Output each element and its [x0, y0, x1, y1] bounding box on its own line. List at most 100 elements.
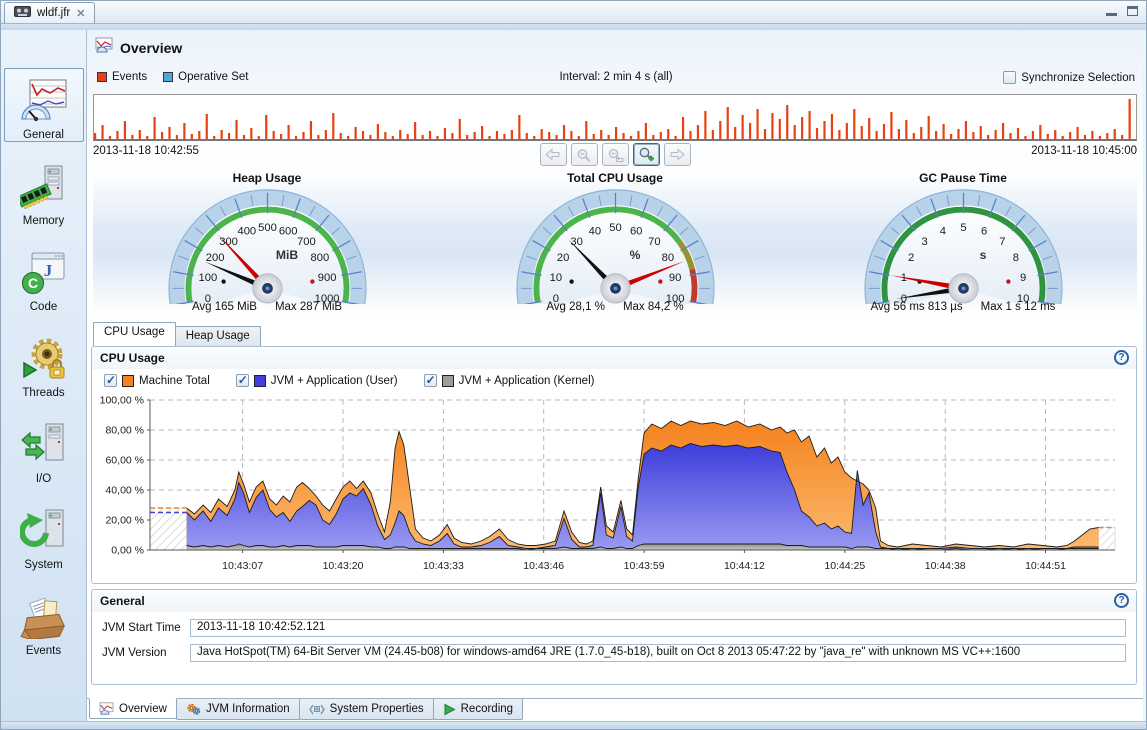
interval-label: Interval: 2 min 4 s (all) [397, 71, 835, 83]
svg-text:6: 6 [981, 225, 987, 237]
checkbox-icon[interactable] [1003, 71, 1016, 84]
zoom-out-button[interactable] [571, 143, 598, 166]
help-icon[interactable]: ? [1114, 593, 1129, 608]
svg-text:800: 800 [310, 252, 329, 264]
svg-text:2: 2 [908, 252, 914, 264]
svg-text:5: 5 [960, 222, 966, 234]
cpu-usage-chart[interactable]: 100,00 %80,00 %60,00 %40,00 %20,00 %0,00… [94, 390, 1129, 578]
toggle-jvm-user[interactable]: JVM + Application (User) [236, 374, 398, 387]
svg-text:20,00 %: 20,00 % [105, 515, 144, 527]
help-icon[interactable]: ? [1114, 350, 1129, 365]
window-bottom-edge [1, 721, 1146, 729]
timeline-legend: Events Operative Set [97, 71, 249, 83]
svg-text:10:44:51: 10:44:51 [1025, 560, 1066, 572]
svg-text:4: 4 [939, 225, 945, 237]
back-button[interactable] [540, 143, 567, 166]
tab-system-properties[interactable]: System Properties [299, 699, 434, 720]
svg-text:80,00 %: 80,00 % [105, 425, 144, 437]
jvm-start-time-row: JVM Start Time 2013-11-18 10:42:52.121 [102, 619, 1126, 637]
svg-text:700: 700 [297, 236, 316, 248]
timeline-strip[interactable] [93, 94, 1137, 141]
svg-text:10: 10 [549, 272, 561, 284]
svg-text:MiB: MiB [275, 248, 298, 262]
tab-recording[interactable]: Recording [433, 699, 523, 720]
checkbox-icon[interactable] [236, 374, 249, 387]
page-tab-bar: Overview JVM Information System Properti… [87, 698, 1143, 720]
sidebar-item-general[interactable]: General [4, 68, 84, 142]
jvm-version-field[interactable]: Java HotSpot(TM) 64-Bit Server VM (24.45… [190, 644, 1126, 662]
tab-label: System Properties [330, 703, 424, 715]
time-row: 2013-11-18 10:42:55 2013-11-18 10:4 [93, 143, 1137, 169]
svg-text:10:43:07: 10:43:07 [222, 560, 263, 572]
tab-label: JVM Information [206, 703, 290, 715]
svg-text:60: 60 [629, 225, 641, 237]
sidebar-item-label: General [23, 129, 64, 141]
gauge-total-cpu-usage: Total CPU Usage 0102030405060708090100% … [441, 170, 789, 322]
series-toggles: Machine Total JVM + Application (User) J… [92, 369, 1136, 388]
legend-operative-set-label: Operative Set [178, 71, 248, 83]
svg-text:%: % [629, 248, 640, 262]
flight-recording-cassette-icon [14, 6, 31, 20]
magnifier-plus-icon [638, 147, 655, 162]
tab-jvm-information[interactable]: JVM Information [176, 699, 300, 720]
sidebar: General Memory JC Code Threads I/O [1, 30, 87, 721]
server-arrows-icon [20, 423, 68, 470]
legend-events-label: Events [112, 71, 147, 83]
toggle-jvm-kernel[interactable]: JVM + Application (Kernel) [424, 374, 595, 387]
tab-overview[interactable]: Overview [89, 698, 177, 719]
overview-chart-icon [99, 702, 114, 715]
synchronize-selection-label: Synchronize Selection [1021, 72, 1135, 84]
jvm-start-time-field[interactable]: 2013-11-18 10:42:52.121 [190, 619, 1126, 637]
minimize-view-icon[interactable] [1106, 7, 1117, 16]
gauge-gc-pause-time: GC Pause Time 012345678910s Avg 56 ms 81… [789, 170, 1137, 322]
view-window-buttons [1106, 6, 1138, 16]
sidebar-item-events[interactable]: Events [4, 584, 84, 658]
close-tab-icon[interactable]: ✕ [76, 7, 85, 20]
gauge-summary: Avg 28,1 % Max 84,2 % [546, 301, 683, 313]
toggle-machine-total[interactable]: Machine Total [104, 374, 210, 387]
sidebar-item-code[interactable]: JC Code [4, 240, 84, 314]
properties-icon [309, 703, 325, 716]
svg-text:10:44:12: 10:44:12 [724, 560, 765, 572]
svg-text:C: C [27, 275, 37, 291]
gauges-row: Heap Usage 01002003004005006007008009001… [93, 170, 1137, 322]
editor-tab-wldf[interactable]: wldf.jfr ✕ [4, 2, 95, 23]
toggle-label: Machine Total [139, 375, 210, 387]
magnifier-selection-icon [607, 148, 624, 162]
sidebar-item-io[interactable]: I/O [4, 412, 84, 486]
svg-text:8: 8 [1012, 252, 1018, 264]
timeline-bars [94, 95, 1136, 139]
svg-text:100,00 %: 100,00 % [100, 395, 144, 407]
tab-heap-usage[interactable]: Heap Usage [175, 326, 261, 346]
svg-text:900: 900 [317, 272, 336, 284]
memory-module-icon [20, 165, 68, 212]
maximize-view-icon[interactable] [1127, 6, 1138, 16]
cpu-usage-section: CPU Usage ? Machine Total JVM + Applicat… [91, 346, 1137, 584]
tabstrip-underline [1, 23, 1146, 30]
gauge-title: Total CPU Usage [567, 171, 663, 185]
sidebar-item-label: I/O [36, 473, 51, 485]
sidebar-item-system[interactable]: System [4, 498, 84, 572]
gauge-chart-icon [20, 79, 68, 126]
gauge-summary: Avg 165 MiB Max 287 MiB [192, 301, 342, 313]
checkbox-icon[interactable] [424, 374, 437, 387]
sidebar-item-threads[interactable]: Threads [4, 326, 84, 400]
tab-cpu-usage[interactable]: CPU Usage [93, 322, 176, 346]
svg-text:10:44:38: 10:44:38 [925, 560, 966, 572]
chart-tab-folder: CPU Usage Heap Usage [93, 323, 1137, 346]
sidebar-item-memory[interactable]: Memory [4, 154, 84, 228]
zoom-in-button[interactable] [633, 143, 660, 166]
gauge-max-label: Max 84,2 % [623, 301, 684, 313]
checkbox-icon[interactable] [104, 374, 117, 387]
zoom-out-selection-button[interactable] [602, 143, 629, 166]
editor-tab-title: wldf.jfr [37, 7, 70, 19]
forward-button[interactable] [664, 143, 691, 166]
legend-events: Events [97, 71, 147, 83]
synchronize-selection-checkbox[interactable]: Synchronize Selection [1003, 71, 1135, 84]
svg-text:500: 500 [258, 222, 277, 234]
gauge-heap-usage: Heap Usage 01002003004005006007008009001… [93, 170, 441, 322]
timeline-end-time: 2013-11-18 10:45:00 [1031, 145, 1137, 157]
svg-text:30: 30 [570, 236, 582, 248]
tab-label: Overview [119, 703, 167, 715]
svg-text:400: 400 [237, 225, 256, 237]
